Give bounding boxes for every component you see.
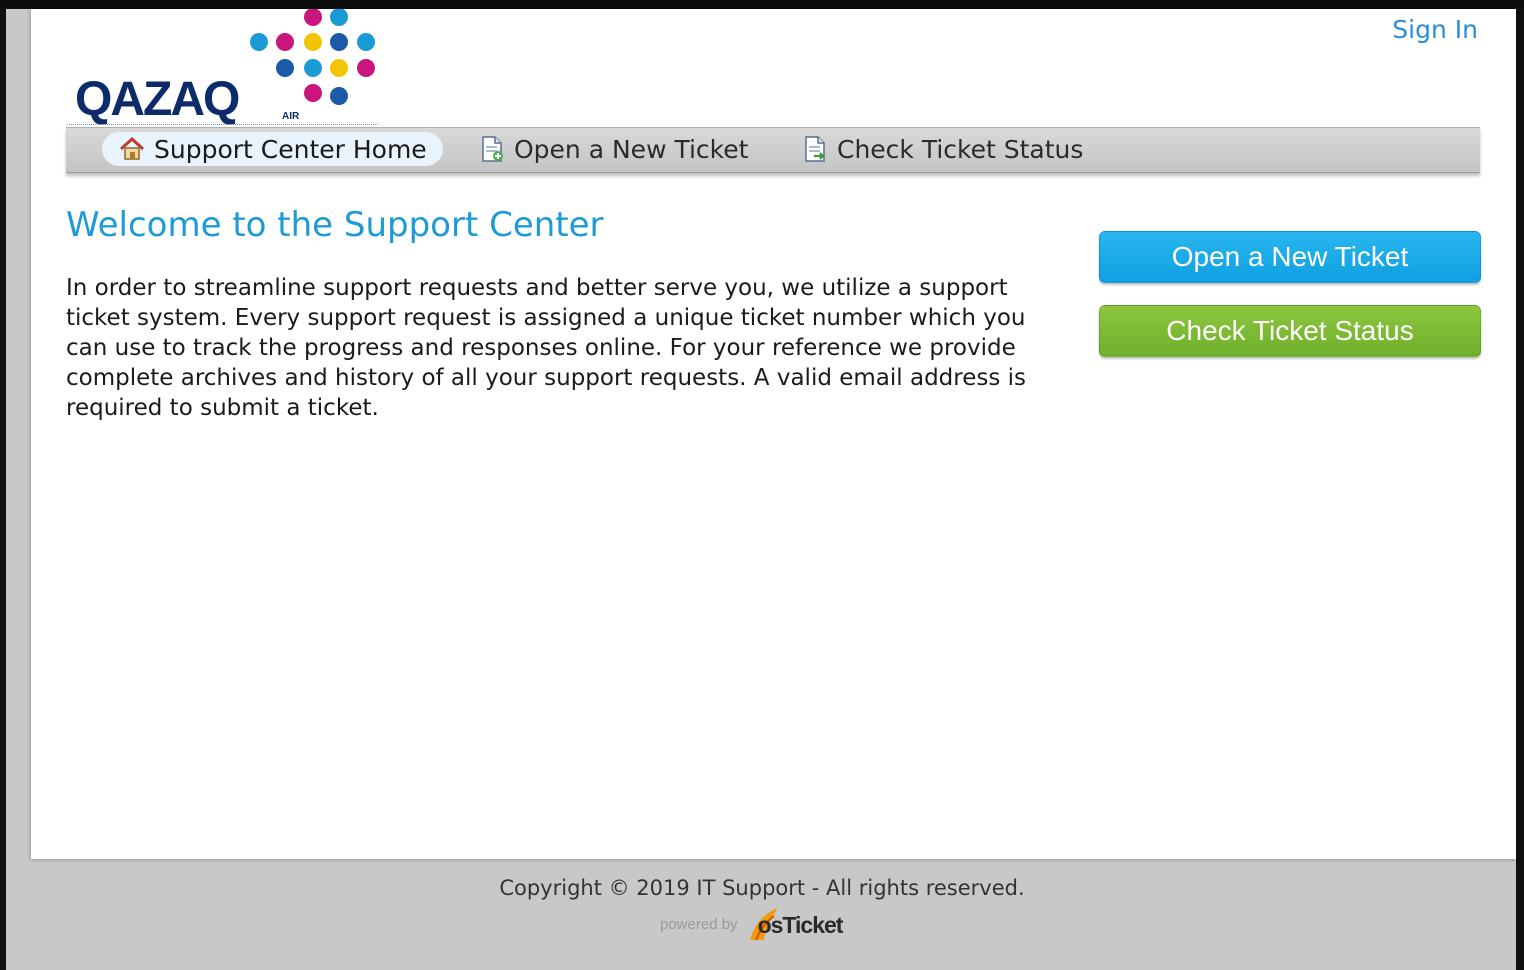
- osticket-logo: osTicket: [744, 904, 844, 944]
- qazaq-air-logo[interactable]: QAZAQ AIR: [73, 8, 383, 127]
- nav-item-label: Support Center Home: [154, 134, 427, 164]
- ticket-status-icon: [801, 135, 829, 163]
- nav-item-label: Open a New Ticket: [514, 134, 749, 164]
- nav-item-check-ticket-status[interactable]: Check Ticket Status: [785, 132, 1099, 166]
- sign-in-link[interactable]: Sign In: [1392, 15, 1478, 44]
- powered-by-osticket[interactable]: powered by osTicket: [660, 904, 844, 944]
- page-container: QAZAQ AIR Sign In Support Center Home Op…: [31, 8, 1516, 859]
- window-right-edge: [1516, 9, 1524, 970]
- nav-item-label: Check Ticket Status: [837, 134, 1084, 164]
- browser-top-edge: [0, 0, 1524, 9]
- svg-text:AIR: AIR: [282, 111, 300, 122]
- intro-text: In order to streamline support requests …: [66, 275, 1027, 421]
- nav-item-support-center-home[interactable]: Support Center Home: [102, 132, 443, 166]
- main-nav: Support Center Home Open a New Ticket Ch…: [66, 127, 1480, 173]
- osticket-wordmark: osTicket: [757, 912, 844, 938]
- logo-graphic: QAZAQ AIR: [75, 8, 375, 126]
- svg-text:QAZAQ: QAZAQ: [75, 73, 239, 126]
- page-title: Welcome to the Support Center: [66, 205, 604, 245]
- window-left-edge: [0, 9, 6, 970]
- powered-by-label: powered by: [660, 915, 738, 933]
- nav-item-open-new-ticket[interactable]: Open a New Ticket: [462, 132, 764, 166]
- open-new-ticket-button[interactable]: Open a New Ticket: [1099, 231, 1481, 283]
- check-ticket-status-button[interactable]: Check Ticket Status: [1099, 305, 1481, 357]
- copyright-text: Copyright © 2019 IT Support - All rights…: [499, 876, 1025, 900]
- new-ticket-icon: [478, 135, 506, 163]
- logo-underline: [67, 124, 378, 125]
- home-icon: [118, 135, 146, 163]
